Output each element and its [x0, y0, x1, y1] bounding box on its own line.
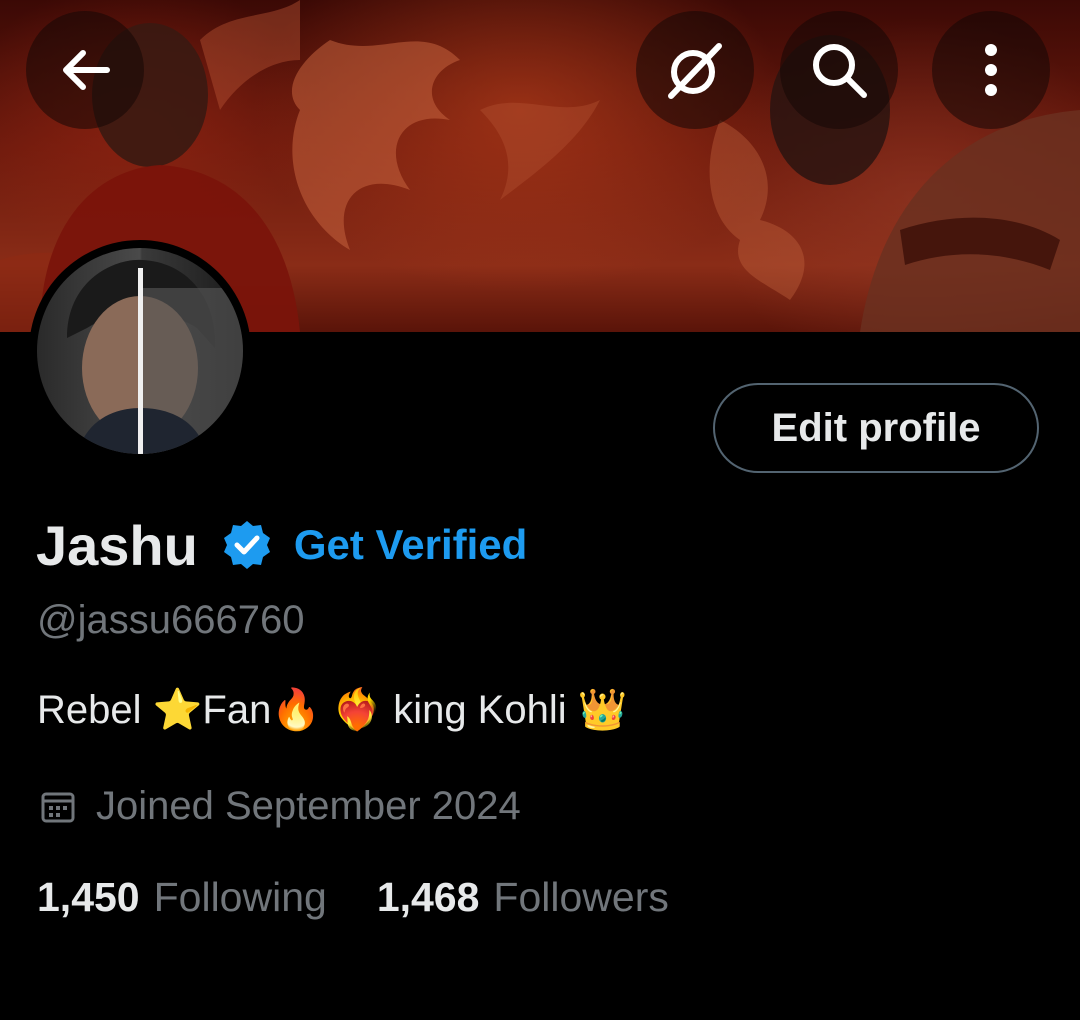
get-verified-link[interactable]: Get Verified [294, 521, 527, 569]
following-stat[interactable]: 1,450 Following [37, 874, 327, 921]
arrow-left-icon [63, 50, 110, 90]
joined-date-row: Joined September 2024 [40, 784, 521, 829]
verified-badge-icon[interactable] [220, 518, 274, 572]
grok-slash-icon [668, 43, 722, 99]
edit-profile-button[interactable]: Edit profile [713, 383, 1039, 473]
joined-date: Joined September 2024 [96, 784, 521, 828]
calendar-icon [41, 792, 75, 822]
followers-label: Followers [493, 874, 669, 920]
followers-stat[interactable]: 1,468 Followers [377, 874, 669, 921]
profile-avatar[interactable] [29, 240, 251, 462]
search-button[interactable] [780, 11, 898, 129]
user-handle: @jassu666760 [37, 598, 305, 642]
profile-bio: Rebel ⭐Fan🔥 ❤️‍🔥 king Kohli 👑 [37, 688, 628, 732]
avatar-image [37, 248, 243, 454]
more-vertical-icon [985, 44, 997, 96]
following-count: 1,450 [37, 874, 140, 920]
more-options-button[interactable] [932, 11, 1050, 129]
back-button[interactable] [26, 11, 144, 129]
grok-button[interactable] [636, 11, 754, 129]
follow-stats: 1,450 Following 1,468 Followers [37, 874, 669, 921]
name-row: Jashu Get Verified [36, 510, 527, 580]
followers-count: 1,468 [376, 874, 480, 920]
display-name: Jashu [36, 513, 198, 577]
search-icon [813, 44, 867, 98]
following-label: Following [153, 874, 327, 920]
